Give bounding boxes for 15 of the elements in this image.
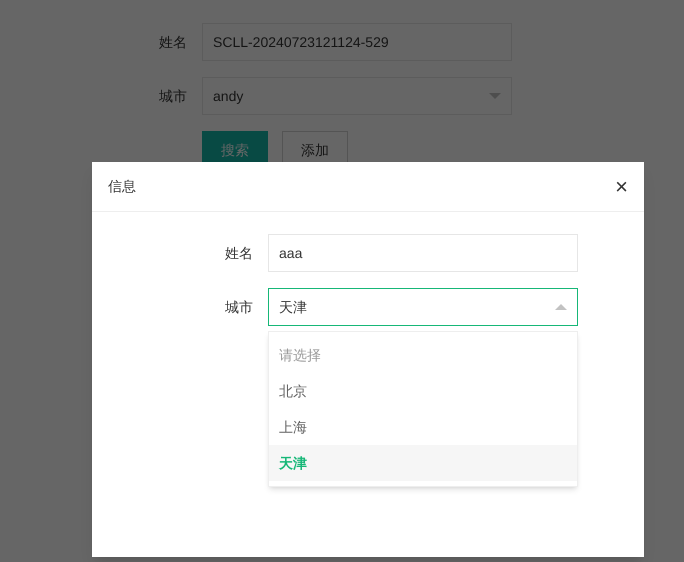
dropdown-option[interactable]: 请选择	[269, 337, 577, 373]
dropdown-option[interactable]: 上海	[269, 409, 577, 445]
select-field[interactable]: 天津	[268, 288, 578, 326]
dropdown-option[interactable]: 天津	[269, 445, 577, 481]
text-input[interactable]: aaa	[268, 234, 578, 272]
dropdown-option[interactable]: 北京	[269, 373, 577, 409]
caret-down-icon	[489, 93, 501, 99]
select-field[interactable]: andy	[202, 77, 512, 115]
field-label: 城市	[158, 86, 188, 106]
close-button[interactable]: ×	[615, 176, 628, 198]
dialog-title: 信息	[108, 177, 136, 196]
field-label: 姓名	[224, 244, 254, 262]
text-input[interactable]: SCLL-20240723121124-529	[202, 23, 512, 61]
field-label: 姓名	[158, 32, 188, 52]
field-label: 城市	[224, 298, 254, 316]
